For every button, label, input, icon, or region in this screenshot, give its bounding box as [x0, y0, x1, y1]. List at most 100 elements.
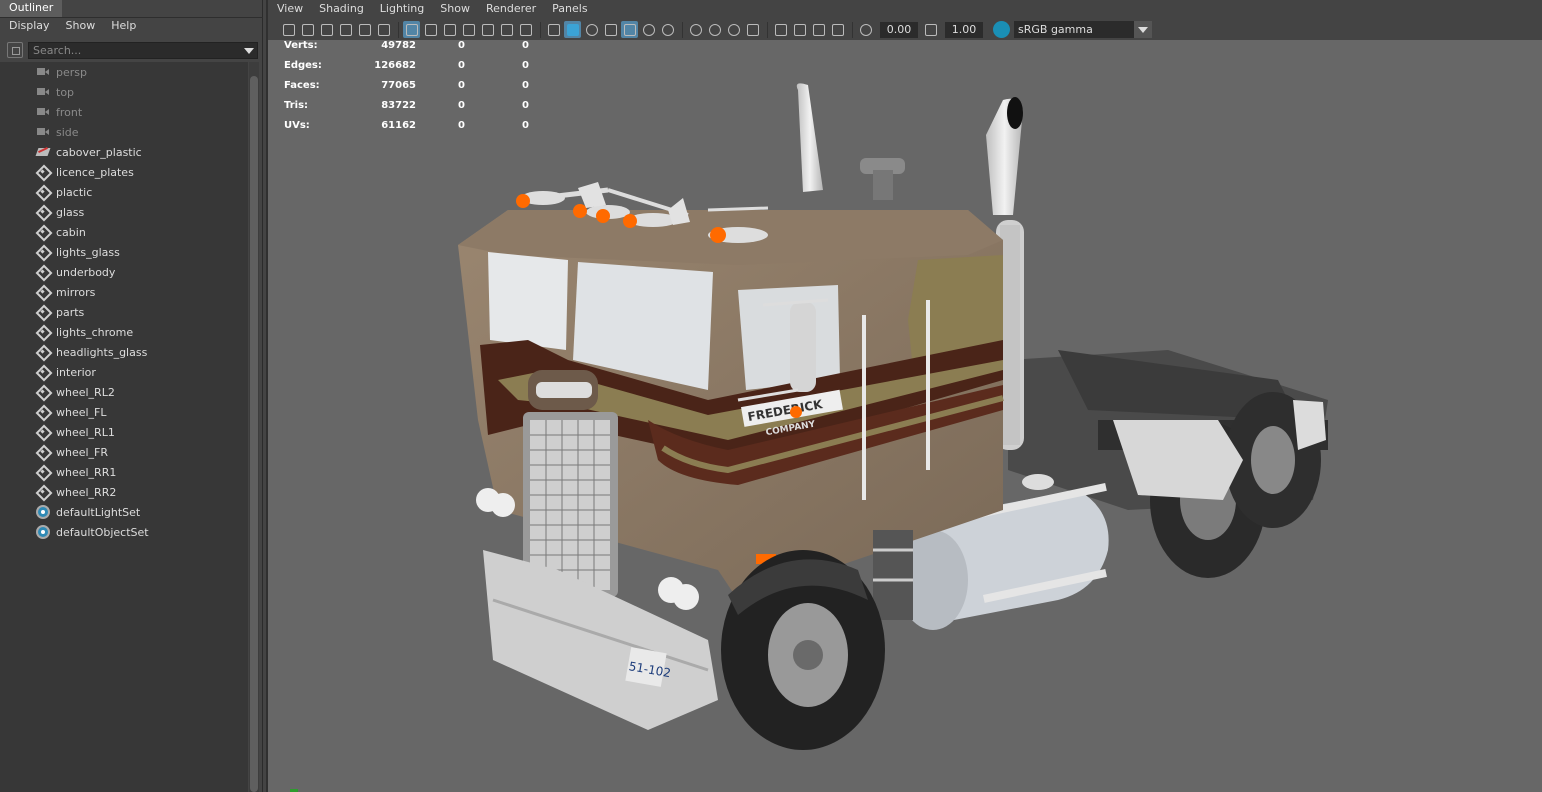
outliner-item-front[interactable]: front	[36, 102, 82, 122]
menu-help[interactable]: Help	[111, 19, 136, 38]
hud-v3: 0	[522, 80, 529, 91]
motion-blur-icon[interactable]	[706, 21, 723, 38]
toolbar-separator	[682, 21, 683, 38]
xray-joints-icon[interactable]	[829, 21, 846, 38]
camera-icon	[36, 86, 50, 98]
camera-attributes-icon[interactable]	[299, 21, 316, 38]
field-chart-icon[interactable]	[479, 21, 496, 38]
hud-v3: 0	[522, 120, 529, 131]
smooth-shade-icon[interactable]	[564, 21, 581, 38]
menu-renderer[interactable]: Renderer	[486, 2, 536, 19]
default-material-icon[interactable]	[583, 21, 600, 38]
gate-mask-icon[interactable]	[460, 21, 477, 38]
bookmark-icon[interactable]	[318, 21, 335, 38]
truck-model: FREDERICK COMPANY 51-102	[458, 83, 1328, 750]
safe-action-icon[interactable]	[498, 21, 515, 38]
select-camera-icon[interactable]	[280, 21, 297, 38]
xray-icon[interactable]	[791, 21, 808, 38]
outliner-item-wheel-fr[interactable]: wheel_FR	[36, 442, 108, 462]
mesh-icon	[36, 446, 50, 458]
color-space-value: sRGB gamma	[1018, 23, 1093, 36]
grid-icon[interactable]	[403, 21, 420, 38]
viewport-canvas[interactable]: FREDERICK COMPANY 51-102 Verts: 49782 0 …	[268, 40, 1542, 792]
mesh-icon	[36, 286, 50, 298]
mesh-icon	[36, 206, 50, 218]
lights-icon[interactable]	[640, 21, 657, 38]
filter-icon[interactable]	[7, 42, 23, 58]
shadows-icon[interactable]	[659, 21, 676, 38]
outliner-item-defaultobjectset[interactable]: defaultObjectSet	[36, 522, 149, 542]
outliner-item-cabover-plastic[interactable]: cabover_plastic	[36, 142, 142, 162]
viewport-panel: View Shading Lighting Show Renderer Pane…	[266, 0, 1542, 792]
two-d-pan-zoom-icon[interactable]	[356, 21, 373, 38]
menu-view[interactable]: View	[277, 2, 303, 19]
outliner-item-persp[interactable]: persp	[36, 62, 87, 82]
outliner-item-cabin[interactable]: cabin	[36, 222, 86, 242]
image-plane-icon[interactable]	[337, 21, 354, 38]
outliner-item-glass[interactable]: glass	[36, 202, 84, 222]
chevron-down-icon[interactable]	[1134, 21, 1152, 38]
mesh-icon	[36, 386, 50, 398]
outliner-item-label: wheel_RR2	[56, 485, 117, 499]
outliner-item-parts[interactable]: parts	[36, 302, 84, 322]
resolution-gate-icon[interactable]	[441, 21, 458, 38]
color-space-select[interactable]: sRGB gamma	[1014, 21, 1152, 38]
outliner-item-lights-glass[interactable]: lights_glass	[36, 242, 120, 262]
outliner-item-wheel-rr2[interactable]: wheel_RR2	[36, 482, 116, 502]
toolbar-separator	[767, 21, 768, 38]
outliner-item-label: side	[56, 125, 79, 139]
wireframe-icon[interactable]	[545, 21, 562, 38]
anti-aliasing-icon[interactable]	[725, 21, 742, 38]
outliner-item-underbody[interactable]: underbody	[36, 262, 115, 282]
scrollbar-thumb[interactable]	[250, 76, 258, 792]
depth-of-field-icon[interactable]	[744, 21, 761, 38]
mesh-icon	[36, 306, 50, 318]
outliner-tab[interactable]: Outliner	[0, 0, 62, 17]
chevron-down-icon[interactable]	[244, 48, 254, 54]
hud-label: Verts:	[284, 40, 318, 51]
xray-active-icon[interactable]	[810, 21, 827, 38]
outliner-item-label: headlights_glass	[56, 345, 148, 359]
outliner-item-licence-plates[interactable]: licence_plates	[36, 162, 134, 182]
hud-label: Tris:	[284, 100, 309, 111]
outliner-item-headlights-glass[interactable]: headlights_glass	[36, 342, 147, 362]
hud-v2: 0	[458, 80, 465, 91]
outliner-item-mirrors[interactable]: mirrors	[36, 282, 95, 302]
menu-panels[interactable]: Panels	[552, 2, 587, 19]
outliner-item-wheel-fl[interactable]: wheel_FL	[36, 402, 107, 422]
isolate-select-icon[interactable]	[772, 21, 789, 38]
outliner-item-lights-chrome[interactable]: lights_chrome	[36, 322, 133, 342]
outliner-item-wheel-rl2[interactable]: wheel_RL2	[36, 382, 115, 402]
textured-icon[interactable]	[621, 21, 638, 38]
outliner-item-plactic[interactable]: plactic	[36, 182, 92, 202]
outliner-scrollbar[interactable]	[249, 62, 259, 792]
camera-icon	[36, 66, 50, 78]
outliner-item-label: front	[56, 105, 83, 119]
hud-v1: 77065	[381, 80, 416, 91]
menu-show[interactable]: Show	[66, 19, 96, 38]
outliner-item-wheel-rr1[interactable]: wheel_RR1	[36, 462, 116, 482]
outliner-item-defaultlightset[interactable]: defaultLightSet	[36, 502, 140, 522]
color-management-icon[interactable]	[993, 21, 1010, 38]
hud-row-uvs: UVs: 61162 0 0	[284, 120, 544, 134]
menu-lighting[interactable]: Lighting	[380, 2, 424, 19]
outliner-item-label: mirrors	[56, 285, 96, 299]
outliner-item-side[interactable]: side	[36, 122, 79, 142]
menu-shading[interactable]: Shading	[319, 2, 364, 19]
menu-display[interactable]: Display	[9, 19, 50, 38]
outliner-item-wheel-rl1[interactable]: wheel_RL1	[36, 422, 115, 442]
grease-pencil-icon[interactable]	[375, 21, 392, 38]
outliner-item-interior[interactable]: interior	[36, 362, 96, 382]
wireframe-on-shaded-icon[interactable]	[602, 21, 619, 38]
gamma-field[interactable]: 1.00	[945, 21, 983, 38]
exposure-icon[interactable]	[857, 21, 874, 38]
outliner-item-label: wheel_FR	[56, 445, 109, 459]
screen-space-ao-icon[interactable]	[687, 21, 704, 38]
gamma-icon[interactable]	[922, 21, 939, 38]
outliner-item-top[interactable]: top	[36, 82, 74, 102]
menu-show[interactable]: Show	[440, 2, 470, 19]
exposure-field[interactable]: 0.00	[880, 21, 918, 38]
search-input[interactable]	[28, 42, 258, 59]
film-gate-icon[interactable]	[422, 21, 439, 38]
safe-title-icon[interactable]	[517, 21, 534, 38]
